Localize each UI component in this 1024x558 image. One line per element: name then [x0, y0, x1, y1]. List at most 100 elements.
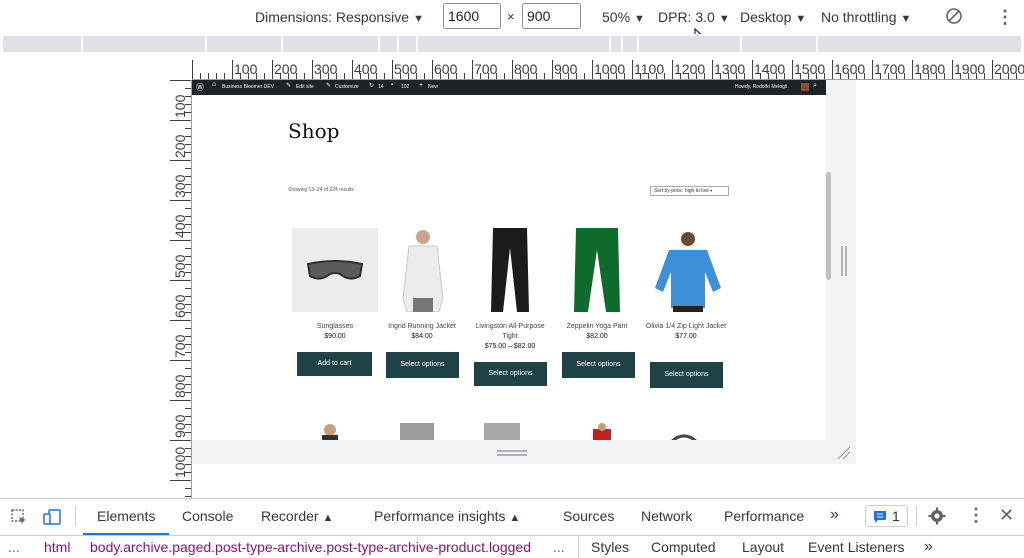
tab-computed[interactable]: Computed: [651, 539, 716, 555]
tab-layout[interactable]: Layout: [742, 539, 784, 555]
new-link[interactable]: New: [428, 84, 438, 90]
ruler-label: 600: [434, 61, 458, 77]
search-icon[interactable]: ⌕: [813, 82, 817, 90]
media-query-segment[interactable]: [611, 36, 621, 52]
media-query-segment[interactable]: [83, 36, 205, 52]
product-image-partial[interactable]: [666, 430, 702, 440]
ruler-tick: [912, 60, 913, 79]
flask-icon: ▲: [322, 512, 334, 524]
ruler-label: 1300: [714, 61, 746, 77]
product-name[interactable]: Ingrid Running Jacket: [379, 322, 465, 332]
pencil-icon: ✎: [286, 83, 292, 89]
select-options-button[interactable]: Select options: [474, 362, 547, 386]
media-query-segment[interactable]: [742, 36, 816, 52]
dpr-dropdown[interactable]: DPR: 3.0 ▼: [658, 7, 730, 27]
width-input[interactable]: [443, 3, 501, 29]
product-image-partial[interactable]: [318, 423, 342, 440]
add-to-cart-button[interactable]: Add to cart: [297, 352, 372, 376]
tab-performance-insights[interactable]: Performance insights ▲: [374, 508, 520, 524]
height-input[interactable]: [522, 3, 581, 29]
updates-count[interactable]: 14: [378, 84, 384, 90]
breadcrumb-ellipsis[interactable]: ...: [8, 539, 20, 555]
device-toolbar-toggle-icon[interactable]: [42, 508, 62, 526]
ruler-tick: [216, 73, 217, 79]
more-tabs-icon[interactable]: »: [830, 506, 839, 524]
select-options-button[interactable]: Select options: [386, 352, 459, 378]
gear-icon[interactable]: [928, 507, 946, 525]
product-image-ingrid-jacket[interactable]: [379, 228, 465, 313]
select-options-button[interactable]: Select options: [562, 352, 635, 378]
ruler-tick: [472, 60, 473, 79]
ruler-tick: [224, 73, 225, 79]
media-query-segment[interactable]: [418, 36, 609, 52]
media-query-segment[interactable]: [283, 36, 378, 52]
product-name[interactable]: Olivia 1/4 Zip Light Jacket: [643, 322, 729, 332]
product-image-olivia-jacket[interactable]: [643, 228, 729, 312]
resize-handle-right[interactable]: [832, 80, 856, 440]
comments-count[interactable]: 102: [401, 84, 409, 90]
tab-event-listeners[interactable]: Event Listeners: [808, 539, 905, 555]
zoom-dropdown[interactable]: 50% ▼: [602, 7, 645, 27]
media-query-segment[interactable]: [3, 36, 81, 52]
customize-link[interactable]: Customize: [335, 84, 359, 90]
edit-site-link[interactable]: Edit site: [296, 84, 314, 90]
tab-sources[interactable]: Sources: [563, 508, 614, 524]
product-image-sunglasses[interactable]: [292, 228, 378, 312]
breadcrumb-body[interactable]: body.archive.paged.post-type-archive.pos…: [90, 539, 531, 555]
ruler-label: 900: [554, 61, 578, 77]
scrollbar-thumb[interactable]: [826, 172, 831, 280]
ruler-tick: [170, 80, 191, 81]
media-query-segment[interactable]: [399, 36, 416, 52]
product-name[interactable]: Livingston All-Purpose Tight: [467, 322, 553, 342]
updates-icon: ↻: [369, 83, 375, 89]
chevron-down-icon: ▼: [795, 13, 807, 25]
product-image-zeppelin-pant[interactable]: [554, 228, 640, 312]
product-image-partial[interactable]: [400, 423, 434, 440]
ruler-label: 200: [172, 134, 188, 158]
product-name[interactable]: Zeppelin Yoga Pant: [554, 322, 640, 332]
product-price: $75.00 – $82.00: [484, 343, 536, 350]
wordpress-logo-icon[interactable]: Ⓦ: [196, 82, 204, 93]
breadcrumb-more[interactable]: ...: [553, 539, 565, 555]
issues-button[interactable]: 1: [865, 505, 908, 527]
select-options-button[interactable]: Select options: [650, 362, 723, 388]
resize-handle-bottom[interactable]: [192, 440, 856, 464]
close-icon[interactable]: ✕: [999, 505, 1014, 526]
product-image-partial[interactable]: [593, 423, 611, 440]
avatar[interactable]: [801, 83, 809, 91]
tab-recorder[interactable]: Recorder ▲: [261, 508, 333, 524]
breadcrumb-html[interactable]: html: [44, 539, 70, 555]
media-query-segment[interactable]: [639, 36, 740, 52]
rotate-icon[interactable]: [944, 6, 964, 26]
ruler-tick: [432, 60, 433, 79]
devtools-panel: Elements Console Recorder ▲ Performance …: [0, 498, 1024, 558]
dimensions-dropdown[interactable]: Dimensions: Responsive ▼: [255, 7, 424, 27]
media-query-segment[interactable]: [623, 36, 637, 52]
site-name-link[interactable]: Business Bloomer DEV: [222, 84, 274, 90]
tab-network[interactable]: Network: [641, 508, 692, 524]
tab-styles[interactable]: Styles: [591, 539, 629, 555]
inspect-element-icon[interactable]: [10, 508, 28, 526]
media-query-segment[interactable]: [818, 36, 1021, 52]
comment-icon: ▪: [391, 82, 394, 88]
more-tabs-icon[interactable]: »: [924, 538, 933, 556]
panel-divider: [578, 536, 579, 558]
device-type-dropdown[interactable]: Desktop ▼: [740, 7, 806, 27]
ruler-label: 300: [172, 174, 188, 198]
customize-devtools-icon[interactable]: ⋮: [967, 505, 985, 526]
more-options-icon[interactable]: ⋮: [996, 7, 1014, 27]
ruler-tick: [200, 73, 201, 79]
tab-elements[interactable]: Elements: [97, 508, 155, 524]
media-query-segment[interactable]: [207, 36, 281, 52]
ruler-tick: [872, 60, 873, 79]
ruler-tick: [504, 73, 505, 79]
media-query-segment[interactable]: [380, 36, 397, 52]
throttling-dropdown[interactable]: No throttling ▼: [821, 7, 911, 27]
sort-select[interactable]: Sort by price: high to low ▾: [650, 186, 729, 196]
tab-console[interactable]: Console: [182, 508, 233, 524]
tab-performance[interactable]: Performance: [724, 508, 804, 524]
product-image-livingston-tight[interactable]: [467, 228, 553, 312]
product-name[interactable]: Sunglasses: [292, 322, 378, 332]
greeting-link[interactable]: Howdy, Rodolfo Melogli: [735, 84, 787, 90]
product-image-partial[interactable]: [484, 423, 520, 440]
